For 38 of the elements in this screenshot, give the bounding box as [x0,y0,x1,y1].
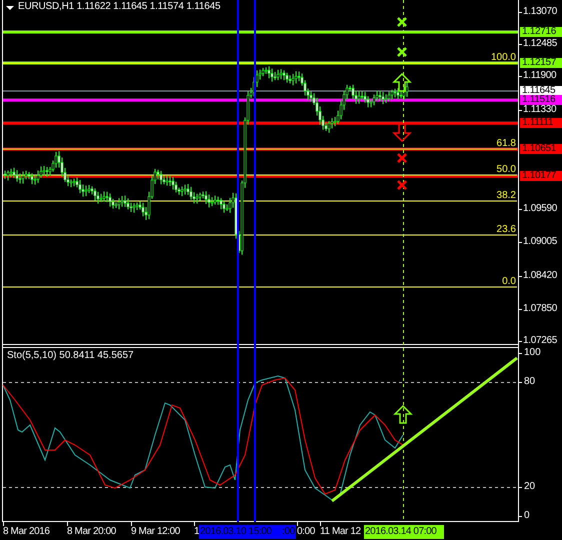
time-tick-label: 9 Mar 12:00 [131,527,180,537]
price-level-label: 1.11111 [520,118,562,128]
fibonacci-label: 50.0 [496,165,516,175]
price-level-label: 1.11645 [520,86,562,96]
price-tick-label: 1.08420 [523,271,558,281]
fibonacci-label: 0.0 [502,277,516,287]
price-tick-label: 1.12485 [523,39,558,49]
price-level-label: 1.10651 [520,144,562,154]
oscillator-tick-label: 100 [524,348,541,358]
price-tick-label: 1.09005 [523,237,558,247]
time-tick-label: 8 Mar 20:00 [67,527,116,537]
time-tick-label: 11 Mar 12 [320,527,361,537]
price-tick-label: 1.09590 [523,204,558,214]
oscillator-tick-label: 20 [524,482,536,492]
price-level-label: 1.12157 [520,58,562,68]
time-marker-label: 2016.03.10 15:00 [199,525,281,539]
time-tick-label: 0:00 [297,527,315,537]
fibonacci-label: 61.8 [496,139,516,149]
price-tick-label: 1.07850 [523,304,558,314]
price-tick-label: 1.11330 [523,105,556,115]
dropdown-triangle-icon[interactable] [6,6,14,10]
fibonacci-label: 38.2 [496,191,516,201]
time-marker-label: 2016.03.14 07:00 [364,525,444,539]
price-tick-label: 1.07265 [523,336,558,346]
oscillator-tick-label: 0 [524,511,530,521]
price-level-label: 1.11516 [520,95,562,105]
indicator-label: Sto(5,5,10) 50.8411 45.5657 [7,351,134,361]
fibonacci-label: 23.6 [496,225,516,235]
time-tick-label: 8 Mar 2016 [3,527,50,537]
price-tick-label: 1.11900 [523,71,556,81]
price-level-label: 1.10177 [520,171,562,181]
chart-title: EURUSD,H1 1.11622 1.11645 1.11574 1.11645 [18,2,220,12]
time-tick-label: 1 [194,527,200,537]
price-tick-label: 1.13070 [523,7,558,17]
fibonacci-label: 100.0 [490,53,516,63]
oscillator-tick-label: 80 [524,377,536,387]
time-marker-label: :00 [281,525,296,539]
price-level-label: 1.12716 [520,27,562,37]
